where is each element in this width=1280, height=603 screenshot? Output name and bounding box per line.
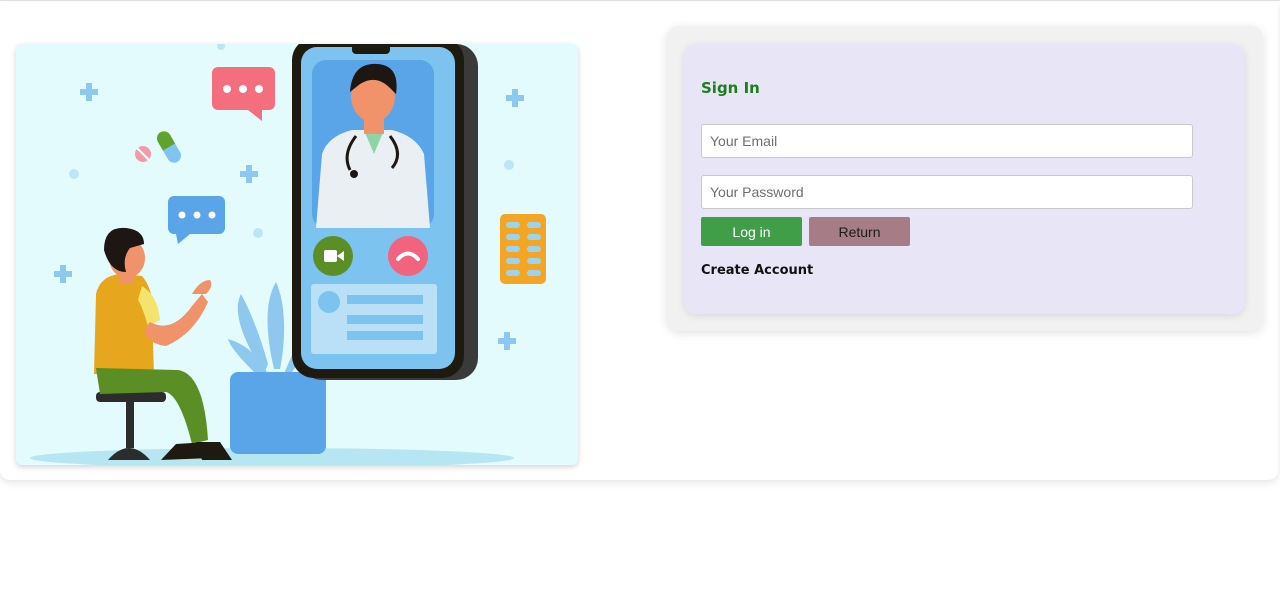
email-input[interactable] bbox=[701, 124, 1193, 158]
signin-title: Sign In bbox=[701, 79, 760, 97]
signin-panel-outer: Sign In Log in Return Create Account bbox=[667, 26, 1263, 331]
telemedicine-illustration bbox=[16, 44, 578, 465]
telemedicine-illustration-svg bbox=[30, 44, 546, 465]
page-card: Sign In Log in Return Create Account bbox=[0, 2, 1278, 480]
login-button[interactable]: Log in bbox=[701, 217, 802, 246]
create-account-link[interactable]: Create Account bbox=[701, 263, 813, 278]
return-button[interactable]: Return bbox=[809, 217, 910, 246]
password-input[interactable] bbox=[701, 175, 1193, 209]
signin-panel: Sign In Log in Return Create Account bbox=[684, 44, 1245, 314]
top-divider bbox=[0, 0, 1280, 1]
